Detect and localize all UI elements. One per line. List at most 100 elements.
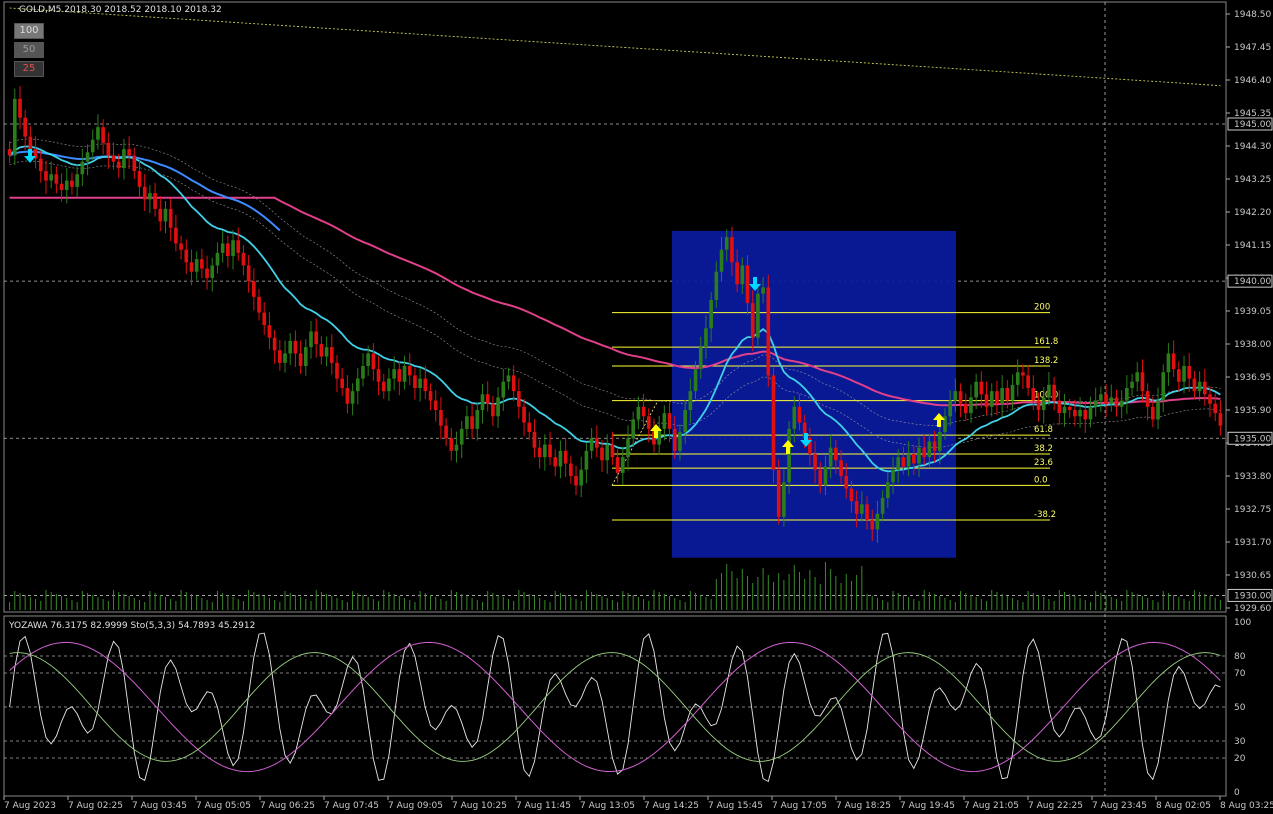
candle-body (797, 406, 802, 423)
candle-body (771, 375, 776, 470)
candle-body (745, 265, 750, 304)
candle-body (7, 149, 12, 156)
candle-body (122, 149, 126, 168)
osc-axis-label: 50 (1234, 703, 1246, 713)
zoom-100-button[interactable]: 100 (14, 23, 44, 39)
price-axis-label: 1944.30 (1234, 142, 1271, 152)
ma-slow-line (9, 196, 1221, 407)
candle-body (106, 142, 111, 156)
candle-body (485, 394, 490, 404)
candle-body (127, 149, 131, 156)
candle-body (989, 391, 994, 407)
candle-body (459, 428, 464, 445)
candle-body (272, 337, 277, 351)
candle-body (865, 504, 869, 520)
candle-body (1000, 388, 1004, 404)
time-axis-label: 7 Aug 10:25 (452, 801, 507, 811)
candle-body (594, 438, 599, 448)
candle-body (605, 444, 610, 461)
candle-body (491, 403, 495, 417)
fib-level-label: 161.8 (1034, 337, 1058, 347)
candle-body (1041, 397, 1046, 410)
price-axis-label: 1931.70 (1234, 538, 1271, 548)
candle-body (366, 353, 370, 366)
candle-body (1047, 384, 1051, 398)
candle-body (309, 331, 313, 348)
candle-body (896, 457, 901, 470)
candle-body (236, 240, 241, 253)
chart-canvas[interactable]: 200161.8138.2100.061.838.223.60.0-38.2 1… (0, 0, 1273, 814)
fib-level-label: -38.2 (1034, 510, 1056, 520)
candle-body (569, 463, 573, 476)
candle-body (1114, 397, 1119, 407)
time-axis-label: 7 Aug 03:45 (132, 801, 187, 811)
oscillator-title: YOZAWA 76.3175 82.9999 Sto(5,3,3) 54.789… (8, 621, 255, 631)
time-axis-label: 7 Aug 17:05 (772, 801, 827, 811)
candle-body (371, 353, 376, 370)
candle-body (49, 174, 53, 181)
candle-body (979, 381, 984, 395)
ma-long-line (9, 7, 1221, 87)
candle-body (766, 287, 771, 376)
candle-body (761, 287, 765, 294)
fib-level-label: 200 (1034, 303, 1050, 313)
candle-body (12, 98, 17, 156)
candle-body (849, 488, 854, 502)
price-axis-label: 1947.45 (1234, 43, 1271, 53)
candle-body (174, 227, 178, 244)
candle-body (345, 388, 350, 404)
candle-body (220, 243, 225, 253)
candle-body (428, 391, 433, 401)
candle-body (501, 381, 506, 398)
candle-body (28, 136, 33, 150)
osc-axis-label: 70 (1234, 669, 1246, 679)
candle-body (860, 504, 864, 514)
candle-body (1109, 397, 1114, 404)
zoom-25-button[interactable]: 25 (14, 61, 44, 77)
time-axis-label: 7 Aug 11:45 (516, 801, 571, 811)
candle-body (1026, 375, 1030, 388)
time-axis-label: 7 Aug 22:25 (1028, 801, 1083, 811)
candle-body (184, 249, 189, 263)
candle-body (1151, 406, 1155, 420)
candle-body (257, 296, 261, 313)
candle-body (153, 193, 157, 209)
candle-body (70, 180, 74, 187)
price-axis-label: 1942.20 (1234, 208, 1271, 218)
candle-body (1182, 366, 1186, 382)
candle-body (1067, 406, 1072, 410)
zoom-50-button[interactable]: 50 (14, 42, 44, 58)
time-axis-label: 7 Aug 02:25 (68, 801, 123, 811)
candle-body (278, 350, 282, 363)
time-axis-label: 7 Aug 07:45 (324, 801, 379, 811)
candle-body (527, 422, 532, 432)
candle-body (381, 381, 386, 392)
candle-body (1161, 372, 1166, 401)
candle-body (870, 520, 875, 530)
candle-body (818, 469, 823, 486)
price-axis-label: 1938.00 (1234, 340, 1271, 350)
candle-body (600, 447, 604, 461)
candle-body (392, 369, 396, 379)
candle-body (995, 391, 999, 404)
candle-body (142, 186, 147, 200)
fib-level-label: 0.0 (1034, 475, 1048, 485)
candle-body (324, 347, 329, 357)
time-axis-label: 7 Aug 19:45 (900, 801, 955, 811)
candle-body (1031, 388, 1036, 401)
candle-body (350, 391, 355, 404)
candle-body (293, 340, 298, 354)
candle-body (880, 498, 885, 514)
candle-body (714, 271, 719, 300)
candle-body (917, 447, 921, 464)
candle-body (891, 469, 895, 483)
candle-body (1218, 413, 1223, 426)
candle-body (782, 482, 786, 517)
candle-body (631, 419, 636, 439)
candle-body (355, 378, 360, 392)
candle-body (683, 410, 687, 432)
candle-body (1140, 372, 1145, 392)
candle-body (553, 457, 558, 467)
candle-body (168, 208, 173, 228)
candle-body (813, 454, 817, 470)
